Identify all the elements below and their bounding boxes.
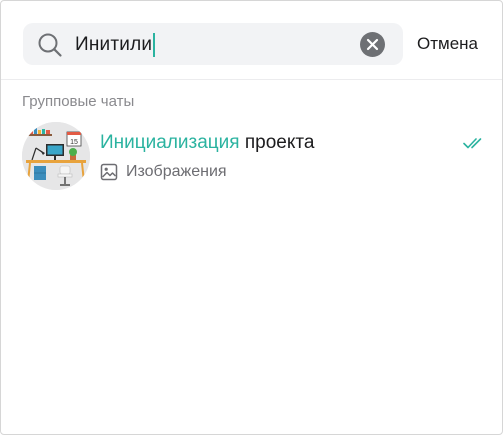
chat-result-row[interactable]: 15 Инициализация проекта Изображения bbox=[1, 119, 502, 195]
search-icon bbox=[38, 33, 62, 57]
chat-last-message-text: Изображения bbox=[126, 163, 227, 180]
search-field[interactable]: Инитили bbox=[23, 23, 403, 65]
chat-last-message: Изображения bbox=[100, 161, 227, 183]
close-icon bbox=[366, 38, 379, 51]
chat-title: Инициализация проекта bbox=[100, 131, 314, 155]
text-caret bbox=[153, 33, 156, 57]
image-icon bbox=[100, 163, 118, 181]
double-check-icon bbox=[463, 138, 482, 149]
calendar-day: 15 bbox=[70, 139, 78, 146]
search-input[interactable]: Инитили bbox=[75, 34, 152, 56]
chat-title-match: Инициализация bbox=[100, 132, 240, 153]
section-header: Групповые чаты bbox=[22, 93, 135, 110]
search-input-wrap[interactable]: Инитили bbox=[75, 32, 156, 58]
chat-avatar: 15 bbox=[22, 122, 90, 190]
chat-title-rest: проекта bbox=[239, 132, 315, 153]
workspace-illustration: 15 bbox=[22, 122, 90, 190]
search-screen: Инитили Отмена Групповые чаты 15 Инициал… bbox=[0, 0, 503, 435]
clear-search-button[interactable] bbox=[360, 32, 385, 57]
search-bar: Инитили Отмена bbox=[1, 1, 502, 80]
cancel-button[interactable]: Отмена bbox=[417, 33, 478, 55]
